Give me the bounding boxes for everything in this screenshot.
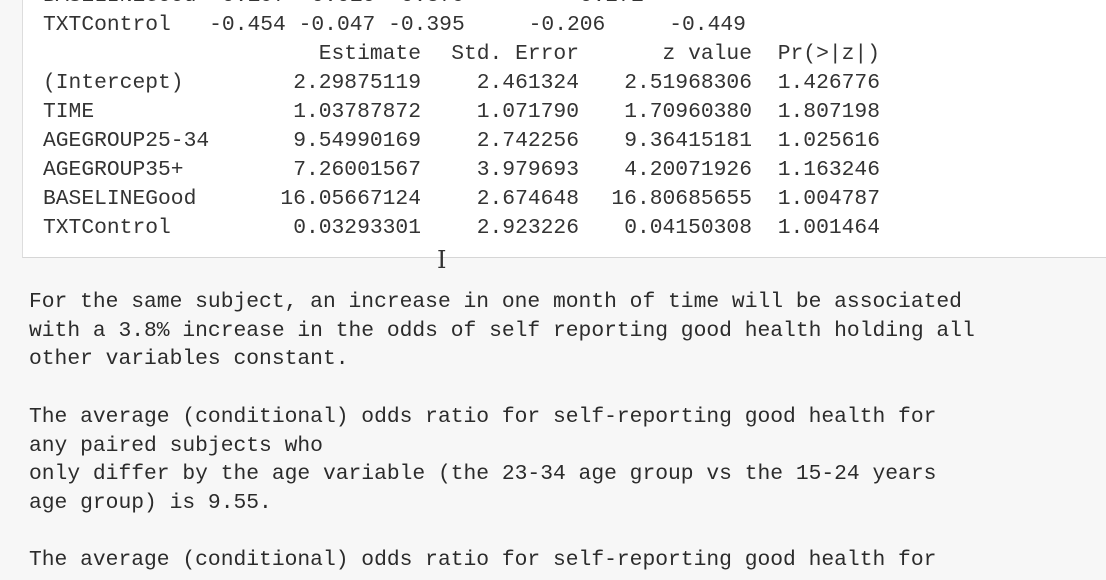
term-cell: TXTControl: [43, 216, 171, 240]
header-term: [43, 40, 258, 69]
interpretation-paragraph-age[interactable]: The average (conditional) odds ratio for…: [29, 403, 1106, 518]
std-error-cell: 2.742256: [476, 129, 579, 153]
header-z-value: z value: [662, 42, 752, 66]
table-row: AGEGROUP25-34 9.54990169 2.742256 9.3641…: [43, 127, 880, 156]
interpretation-paragraph-time[interactable]: For the same subject, an increase in one…: [29, 288, 1106, 374]
p-value-cell: 1.001464: [777, 216, 880, 240]
estimate-cell: 7.26001567: [293, 158, 421, 182]
z-value-cell: 9.36415181: [624, 129, 752, 153]
header-p-value: Pr(>|z|): [777, 42, 880, 66]
correlation-row-baselinegood: BASELINEGood 0.197 0.010 0.379 0.271: [43, 0, 644, 11]
coef-table-header: Estimate Std. Error z value Pr(>|z|): [43, 40, 880, 69]
z-value-cell: 16.80685655: [611, 187, 752, 211]
z-value-cell: 2.51968306: [624, 71, 752, 95]
std-error-cell: 2.461324: [476, 71, 579, 95]
text-cursor-icon: I: [437, 246, 447, 274]
term-cell: AGEGROUP25-34: [43, 129, 210, 153]
table-row: TIME 1.03787872 1.071790 1.70960380 1.80…: [43, 98, 880, 127]
z-value-cell: 0.04150308: [624, 216, 752, 240]
std-error-cell: 2.923226: [476, 216, 579, 240]
p-value-cell: 1.163246: [777, 158, 880, 182]
term-cell: TIME: [43, 100, 95, 124]
estimate-cell: 1.03787872: [293, 100, 421, 124]
term-cell: (Intercept): [43, 71, 184, 95]
coefficient-table: Estimate Std. Error z value Pr(>|z|) (In…: [43, 40, 880, 243]
p-value-cell: 1.004787: [777, 187, 880, 211]
p-value-cell: 1.807198: [777, 100, 880, 124]
z-value-cell: 4.20071926: [624, 158, 752, 182]
p-value-cell: 1.025616: [777, 129, 880, 153]
table-row: AGEGROUP35+ 7.26001567 3.979693 4.200719…: [43, 156, 880, 185]
term-cell: AGEGROUP35+: [43, 158, 184, 182]
notebook-page: BASELINEGood 0.197 0.010 0.379 0.271 TXT…: [0, 0, 1106, 580]
std-error-cell: 3.979693: [476, 158, 579, 182]
estimate-cell: 2.29875119: [293, 71, 421, 95]
r-output-box: BASELINEGood 0.197 0.010 0.379 0.271 TXT…: [22, 0, 1106, 258]
estimate-cell: 9.54990169: [293, 129, 421, 153]
estimate-cell: 16.05667124: [280, 187, 421, 211]
table-row: BASELINEGood 16.05667124 2.674648 16.806…: [43, 185, 880, 214]
std-error-cell: 1.071790: [476, 100, 579, 124]
correlation-row-txtcontrol: TXTControl -0.454 -0.047 -0.395 -0.206 -…: [43, 13, 746, 37]
header-std-error: Std. Error: [451, 42, 579, 66]
interpretation-paragraph-next[interactable]: The average (conditional) odds ratio for…: [29, 546, 1106, 575]
estimate-cell: 0.03293301: [293, 216, 421, 240]
std-error-cell: 2.674648: [476, 187, 579, 211]
header-estimate: Estimate: [318, 42, 421, 66]
table-row: TXTControl 0.03293301 2.923226 0.0415030…: [43, 214, 880, 243]
z-value-cell: 1.70960380: [624, 100, 752, 124]
table-row: (Intercept) 2.29875119 2.461324 2.519683…: [43, 69, 880, 98]
p-value-cell: 1.426776: [777, 71, 880, 95]
term-cell: BASELINEGood: [43, 187, 197, 211]
